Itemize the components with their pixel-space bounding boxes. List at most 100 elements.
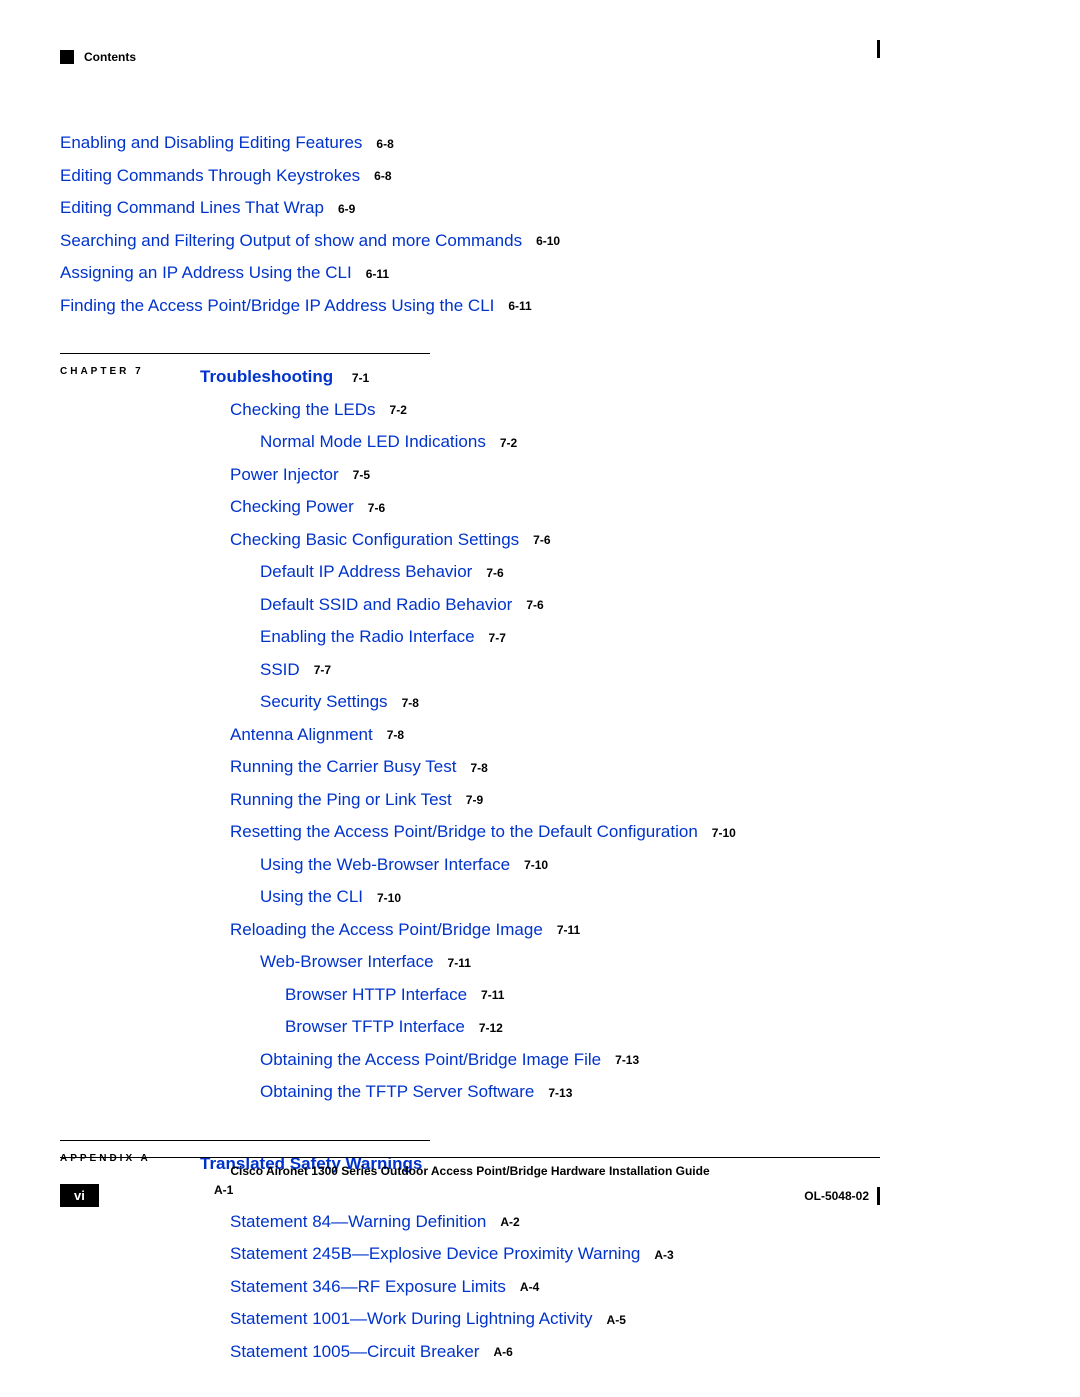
page-ref: 7-13 — [548, 1086, 572, 1100]
toc-link[interactable]: Checking Basic Configuration Settings — [230, 530, 519, 549]
toc-entry: Antenna Alignment 7-8 — [230, 722, 880, 748]
footer-doc-title: Cisco Aironet 1300 Series Outdoor Access… — [60, 1164, 880, 1178]
toc-entry: Enabling and Disabling Editing Features6… — [60, 130, 880, 156]
footer-right: OL-5048-02 — [804, 1187, 880, 1205]
page-ref: 7-8 — [387, 728, 404, 742]
page-ref: 7-10 — [712, 826, 736, 840]
toc-entry: Statement 346—RF Exposure Limits A-4 — [230, 1274, 880, 1300]
toc-link[interactable]: Resetting the Access Point/Bridge to the… — [230, 822, 698, 841]
toc-link[interactable]: Checking Power — [230, 497, 354, 516]
toc-entry: Obtaining the TFTP Server Software 7-13 — [260, 1079, 880, 1105]
chapter-7-section: CHAPTER 7 Troubleshooting 7-1 — [60, 353, 430, 390]
toc-link[interactable]: Finding the Access Point/Bridge IP Addre… — [60, 296, 494, 315]
page-ref: 7-8 — [402, 696, 419, 710]
chapter-title-row: Troubleshooting 7-1 — [200, 364, 430, 390]
toc-link[interactable]: Statement 1005—Circuit Breaker — [230, 1342, 479, 1361]
toc-link[interactable]: Assigning an IP Address Using the CLI — [60, 263, 352, 282]
toc-link[interactable]: Checking the LEDs — [230, 400, 376, 419]
toc-link[interactable]: Running the Carrier Busy Test — [230, 757, 456, 776]
toc-entry: Statement 245B—Explosive Device Proximit… — [230, 1241, 880, 1267]
page-ref: 7-8 — [470, 761, 487, 775]
toc-link[interactable]: Web-Browser Interface — [260, 952, 434, 971]
page-ref: A-2 — [500, 1215, 519, 1229]
toc-link[interactable]: Normal Mode LED Indications — [260, 432, 486, 451]
page-ref: 7-5 — [353, 468, 370, 482]
page-ref: 7-11 — [481, 988, 504, 1002]
toc-entry: Checking Basic Configuration Settings 7-6 — [230, 527, 880, 553]
toc-link[interactable]: Browser TFTP Interface — [285, 1017, 465, 1036]
page-ref: 7-11 — [557, 923, 580, 937]
page-ref: 7-13 — [615, 1053, 639, 1067]
page-number: vi — [60, 1184, 99, 1207]
header-label: Contents — [84, 50, 136, 64]
toc-link[interactable]: Enabling and Disabling Editing Features — [60, 133, 362, 152]
toc-link[interactable]: Statement 245B—Explosive Device Proximit… — [230, 1244, 640, 1263]
page-header: Contents — [60, 50, 136, 64]
doc-id: OL-5048-02 — [804, 1189, 869, 1203]
chapter-7-title[interactable]: Troubleshooting — [200, 367, 333, 386]
toc-link[interactable]: Editing Command Lines That Wrap — [60, 198, 324, 217]
toc-entry: Finding the Access Point/Bridge IP Addre… — [60, 293, 880, 319]
page-ref: 7-6 — [526, 598, 543, 612]
top-right-marker — [877, 40, 880, 58]
toc-entry: Default SSID and Radio Behavior 7-6 — [260, 592, 880, 618]
toc-entry: Web-Browser Interface7-11 — [260, 949, 880, 975]
toc-entry: Default IP Address Behavior 7-6 — [260, 559, 880, 585]
toc-link[interactable]: Using the Web-Browser Interface — [260, 855, 510, 874]
page-ref: 7-7 — [489, 631, 506, 645]
toc-link[interactable]: Power Injector — [230, 465, 339, 484]
toc-link[interactable]: Obtaining the TFTP Server Software — [260, 1082, 534, 1101]
toc-entry: Resetting the Access Point/Bridge to the… — [230, 819, 880, 845]
toc-entry: Running the Ping or Link Test 7-9 — [230, 787, 880, 813]
chapter-7-ref: 7-1 — [352, 371, 369, 385]
page-ref: 7-7 — [314, 663, 331, 677]
toc-entry: Running the Carrier Busy Test 7-8 — [230, 754, 880, 780]
page-ref: 7-6 — [486, 566, 503, 580]
page-ref: 7-9 — [466, 793, 483, 807]
appendix-a-items: Statement 84—Warning Definition A-2 Statem… — [60, 1209, 880, 1365]
toc-entry: Statement 1001—Work During Lightning Act… — [230, 1306, 880, 1332]
chapter-7-items: Checking the LEDs7-2Normal Mode LED Indi… — [60, 397, 880, 1105]
toc-link[interactable]: Editing Commands Through Keystrokes — [60, 166, 360, 185]
page-ref: 7-2 — [390, 403, 407, 417]
toc-entry: Using the Web-Browser Interface7-10 — [260, 852, 880, 878]
toc-link[interactable]: Reloading the Access Point/Bridge Image — [230, 920, 543, 939]
toc-link[interactable]: Antenna Alignment — [230, 725, 373, 744]
page-ref: 6-8 — [374, 169, 391, 183]
toc-link[interactable]: Statement 1001—Work During Lightning Act… — [230, 1309, 593, 1328]
page-ref: 7-12 — [479, 1021, 503, 1035]
page-ref: 7-6 — [368, 501, 385, 515]
page-ref: 7-6 — [533, 533, 550, 547]
page-ref: 6-11 — [366, 267, 389, 281]
toc-entry: Assigning an IP Address Using the CLI 6-1… — [60, 260, 880, 286]
toc-link[interactable]: Running the Ping or Link Test — [230, 790, 452, 809]
toc-entry: Power Injector 7-5 — [230, 462, 880, 488]
header-marker-icon — [60, 50, 74, 64]
toc-link[interactable]: Default IP Address Behavior — [260, 562, 472, 581]
toc-link[interactable]: Default SSID and Radio Behavior — [260, 595, 512, 614]
toc-link[interactable]: Enabling the Radio Interface — [260, 627, 475, 646]
page-ref: A-4 — [520, 1280, 539, 1294]
page-ref: 6-11 — [508, 299, 531, 313]
toc-entry: Browser TFTP Interface 7-12 — [285, 1014, 880, 1040]
page-ref: 7-2 — [500, 436, 517, 450]
toc-entry: Normal Mode LED Indications 7-2 — [260, 429, 880, 455]
toc-link[interactable]: SSID — [260, 660, 300, 679]
toc-link[interactable]: Searching and Filtering Output of show a… — [60, 231, 522, 250]
toc-entry: Checking Power 7-6 — [230, 494, 880, 520]
toc-entry: Editing Commands Through Keystrokes 6-8 — [60, 163, 880, 189]
toc-entry: Searching and Filtering Output of show a… — [60, 228, 880, 254]
toc-link[interactable]: Security Settings — [260, 692, 388, 711]
toc-link[interactable]: Statement 84—Warning Definition — [230, 1212, 486, 1231]
toc-entry: Reloading the Access Point/Bridge Image 7… — [230, 917, 880, 943]
toc-link[interactable]: Using the CLI — [260, 887, 363, 906]
toc-link[interactable]: Browser HTTP Interface — [285, 985, 467, 1004]
toc-entry: Checking the LEDs 7-2 — [230, 397, 880, 423]
toc-entry: Browser HTTP Interface 7-11 — [285, 982, 880, 1008]
toc-entry: Enabling the Radio Interface 7-7 — [260, 624, 880, 650]
toc-link[interactable]: Obtaining the Access Point/Bridge Image … — [260, 1050, 601, 1069]
footer-right-marker-icon — [877, 1187, 880, 1205]
block1: Enabling and Disabling Editing Features 6… — [60, 130, 880, 318]
toc-link[interactable]: Statement 346—RF Exposure Limits — [230, 1277, 506, 1296]
page-ref: A-3 — [654, 1248, 673, 1262]
